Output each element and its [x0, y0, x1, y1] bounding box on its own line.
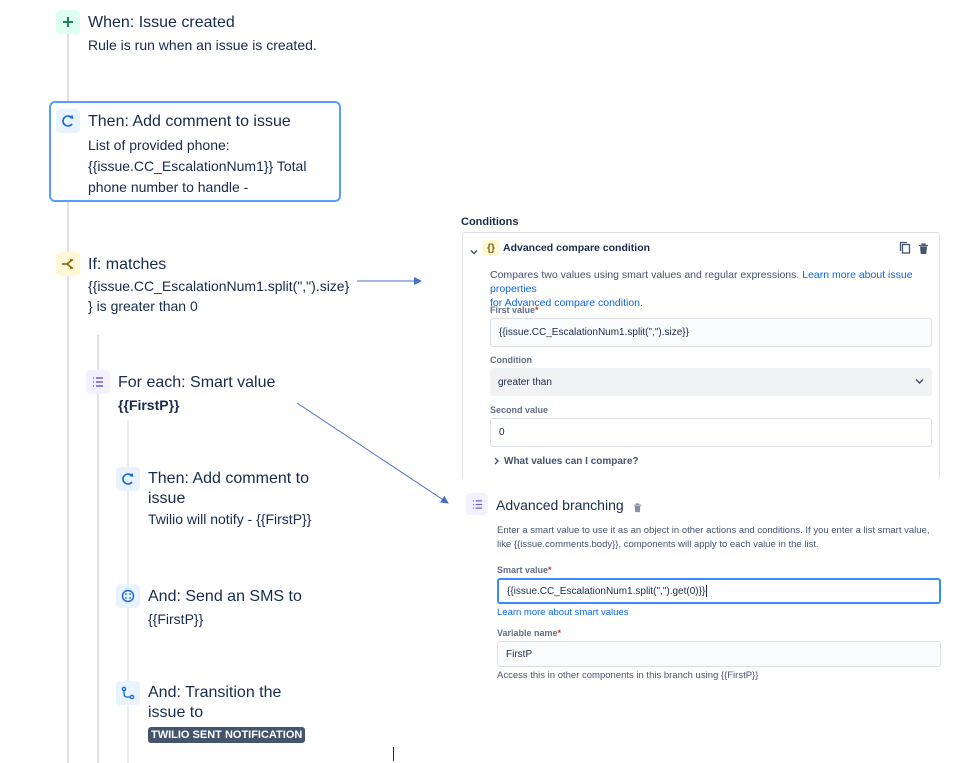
variable-name-label-text: Variable name: [497, 628, 558, 638]
select-chevron-down-icon: [915, 378, 924, 385]
smart-value-text: {{issue.CC_EscalationNum1.split(",").get…: [507, 585, 706, 597]
first-value-label-text: First value: [490, 305, 536, 315]
first-value-label: First value*: [490, 305, 539, 315]
compare-desc-text: Compares two values using smart values a…: [490, 269, 803, 281]
values-expander[interactable]: What values can I compare?: [493, 456, 639, 467]
second-value-label: Second value: [490, 405, 549, 415]
smart-value-label-text: Smart value: [497, 565, 549, 575]
condition-select[interactable]: greater than: [490, 368, 932, 396]
branching-desc-line-1: Enter a smart value to use it as an obje…: [497, 525, 930, 536]
learn-more-smart-values-link[interactable]: Learn more about smart values: [497, 606, 628, 620]
compare-condition-title[interactable]: Advanced compare condition: [503, 242, 650, 254]
conditions-heading: Conditions: [461, 216, 519, 228]
collapse-chevron-icon[interactable]: [470, 243, 478, 261]
branching-trash-icon[interactable]: [633, 500, 642, 518]
branching-title: Advanced branching: [496, 497, 624, 513]
smart-value-label: Smart value*: [497, 565, 552, 575]
variable-helper-text: Access this in other components in this …: [497, 670, 759, 681]
condition-label: Condition: [490, 355, 532, 365]
variable-name-input[interactable]: FirstP: [497, 641, 941, 667]
smart-value-input[interactable]: {{issue.CC_EscalationNum1.split(",").get…: [497, 578, 941, 604]
trash-icon[interactable]: [918, 242, 929, 260]
branching-desc-line-2: like {{issue.comments.body}}, components…: [497, 539, 819, 550]
branching-list-icon: [466, 493, 488, 515]
chevron-right-icon: [494, 457, 499, 465]
copy-icon[interactable]: [899, 241, 911, 259]
values-expander-text: What values can I compare?: [504, 456, 639, 467]
braces-icon: {}: [482, 240, 500, 256]
second-value-input[interactable]: 0: [490, 418, 932, 447]
arrow-to-branching: [296, 402, 449, 504]
condition-select-value: greater than: [498, 376, 552, 388]
first-value-input[interactable]: {{issue.CC_EscalationNum1.split(",").siz…: [490, 318, 932, 347]
compare-description: Compares two values using smart values a…: [490, 268, 934, 310]
variable-name-label: Variable name*: [497, 628, 562, 638]
